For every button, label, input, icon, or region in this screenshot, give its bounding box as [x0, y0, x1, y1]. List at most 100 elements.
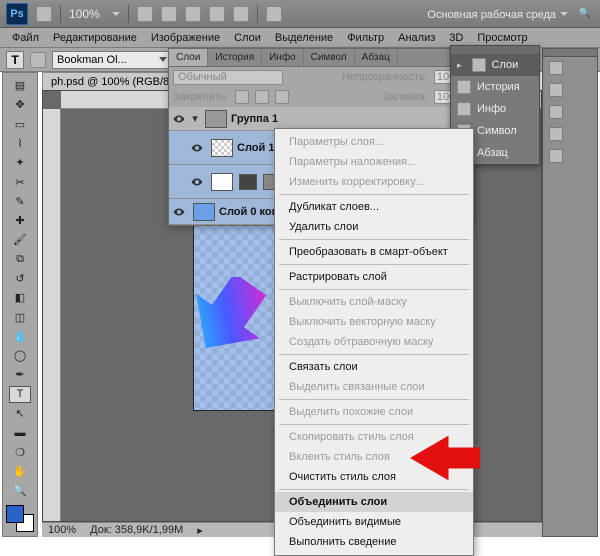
menu-3d[interactable]: 3D	[443, 30, 469, 46]
mi-convert-smart[interactable]: Преобразовать в смарт-объект	[275, 242, 473, 262]
layer-thumb	[193, 203, 215, 221]
menu-edit[interactable]: Редактирование	[47, 30, 143, 46]
tab-paragraph[interactable]: Абзац	[355, 49, 398, 66]
type-tool-icon[interactable]: T	[6, 51, 24, 69]
dock-info-icon[interactable]	[543, 101, 597, 123]
menu-filter[interactable]: Фильтр	[341, 30, 390, 46]
lock-label: Закрепить:	[173, 91, 229, 103]
toolbox: ▤ ✥ ▭ ⌇ ✦ ✂ ✎ ✚ 🖌 ⧉ ↺ ◧ ◫ 💧 ◯ ✒ T ↖ ▬ ❍ …	[2, 72, 38, 537]
layer-name: Слой 1	[237, 142, 274, 154]
eraser-tool[interactable]: ◧	[9, 289, 31, 306]
shape-tool[interactable]: ▬	[9, 424, 31, 441]
stamp-tool[interactable]: ⧉	[9, 251, 31, 268]
toolbar-zoom[interactable]: 100%	[69, 7, 100, 21]
eye-icon[interactable]	[169, 113, 189, 125]
fly-layers[interactable]: ▸Слои	[451, 54, 539, 76]
rotate-view-icon[interactable]	[185, 6, 201, 22]
fly-info[interactable]: Инфо	[451, 98, 539, 120]
mi-flatten[interactable]: Выполнить сведение	[275, 532, 473, 552]
blur-tool[interactable]: 💧	[9, 328, 31, 345]
ruler-vertical	[43, 109, 61, 521]
eye-icon[interactable]	[187, 142, 207, 154]
tab-symbol[interactable]: Символ	[304, 49, 355, 66]
blend-mode-select[interactable]: Обычный	[173, 70, 283, 85]
lock-position-icon[interactable]	[255, 90, 269, 104]
marquee-tool[interactable]: ▭	[9, 116, 31, 133]
mi-disable-mask: Выключить слой-маску	[275, 292, 473, 312]
foreground-color[interactable]	[6, 505, 24, 523]
menu-analysis[interactable]: Анализ	[392, 30, 441, 46]
pen-tool[interactable]: ✒	[9, 366, 31, 383]
menu-image[interactable]: Изображение	[145, 30, 226, 46]
extras-icon[interactable]	[266, 6, 282, 22]
bridge-icon[interactable]	[36, 6, 52, 22]
layer-mask-thumb	[239, 174, 257, 190]
mi-copy-style: Скопировать стиль слоя	[275, 427, 473, 447]
crop-tool[interactable]: ✂	[9, 173, 31, 190]
status-zoom[interactable]: 100%	[48, 524, 76, 536]
toolbox-handle[interactable]: ▤	[9, 77, 31, 94]
mi-delete[interactable]: Удалить слои	[275, 217, 473, 237]
path-tool[interactable]: ↖	[9, 405, 31, 422]
eye-icon[interactable]	[187, 176, 207, 188]
dock-history-icon[interactable]	[543, 79, 597, 101]
mi-edit-adjustment: Изменить корректировку...	[275, 172, 473, 192]
type-tool[interactable]: T	[9, 386, 31, 403]
status-menu-icon[interactable]: ▸	[197, 524, 203, 537]
mi-duplicate[interactable]: Дубликат слоев...	[275, 197, 473, 217]
wand-tool[interactable]: ✦	[9, 154, 31, 171]
ps-logo: Ps	[6, 3, 28, 25]
mi-paste-style: Вклеить стиль слоя	[275, 447, 473, 467]
opacity-label: Непрозрачность:	[342, 71, 428, 83]
mi-blending-options: Параметры наложения...	[275, 152, 473, 172]
history-icon	[457, 80, 471, 94]
brush-tool[interactable]: 🖌	[9, 231, 31, 248]
font-family-select[interactable]: Bookman Ol...	[52, 51, 172, 69]
search-icon[interactable]: 🔍	[576, 5, 594, 23]
mi-rasterize[interactable]: Растрировать слой	[275, 267, 473, 287]
lock-all-icon[interactable]	[275, 90, 289, 104]
tab-layers[interactable]: Слои	[169, 49, 208, 66]
dock-symbol-icon[interactable]	[543, 123, 597, 145]
hand-icon[interactable]	[137, 6, 153, 22]
layer-thumb	[211, 139, 233, 157]
right-dock	[542, 48, 598, 537]
mi-clear-style[interactable]: Очистить стиль слоя	[275, 467, 473, 487]
3d-tool[interactable]: ❍	[9, 443, 31, 460]
mi-link[interactable]: Связать слои	[275, 357, 473, 377]
eye-icon[interactable]	[169, 206, 189, 218]
arrange-icon[interactable]	[209, 6, 225, 22]
dodge-tool[interactable]: ◯	[9, 347, 31, 364]
lock-pixels-icon[interactable]	[235, 90, 249, 104]
doc-tab-label: ph.psd @ 100% (RGB/8)	[51, 76, 173, 88]
color-swatches[interactable]	[6, 505, 34, 532]
move-tool[interactable]: ✥	[9, 96, 31, 113]
app-toolbar: Ps 100% Основная рабочая среда 🔍	[0, 0, 600, 28]
screenmode-icon[interactable]	[233, 6, 249, 22]
history-brush-tool[interactable]: ↺	[9, 270, 31, 287]
gradient-tool[interactable]: ◫	[9, 308, 31, 325]
menu-layers[interactable]: Слои	[228, 30, 267, 46]
workspace-switcher[interactable]: Основная рабочая среда	[427, 7, 568, 21]
mi-merge-layers[interactable]: Объединить слои	[275, 492, 473, 512]
zoom-tool[interactable]: 🔍	[9, 482, 31, 499]
lasso-tool[interactable]: ⌇	[9, 135, 31, 152]
menu-file[interactable]: Файл	[6, 30, 45, 46]
fly-history[interactable]: История	[451, 76, 539, 98]
mi-merge-visible[interactable]: Объединить видимые	[275, 512, 473, 532]
mi-disable-vector: Выключить векторную маску	[275, 312, 473, 332]
orientation-icon[interactable]	[30, 52, 46, 68]
menu-select[interactable]: Выделение	[269, 30, 339, 46]
dock-layers-icon[interactable]	[543, 57, 597, 79]
dock-paragraph-icon[interactable]	[543, 145, 597, 167]
menu-view[interactable]: Просмотр	[471, 30, 533, 46]
layers-icon	[472, 58, 486, 72]
mi-layer-options: Параметры слоя...	[275, 132, 473, 152]
zoom-icon[interactable]	[161, 6, 177, 22]
eyedropper-tool[interactable]: ✎	[9, 193, 31, 210]
tab-history[interactable]: История	[208, 49, 262, 66]
hand-tool[interactable]: ✋	[9, 463, 31, 480]
disclosure-icon[interactable]: ▾	[189, 112, 201, 125]
tab-info[interactable]: Инфо	[262, 49, 304, 66]
healing-tool[interactable]: ✚	[9, 212, 31, 229]
